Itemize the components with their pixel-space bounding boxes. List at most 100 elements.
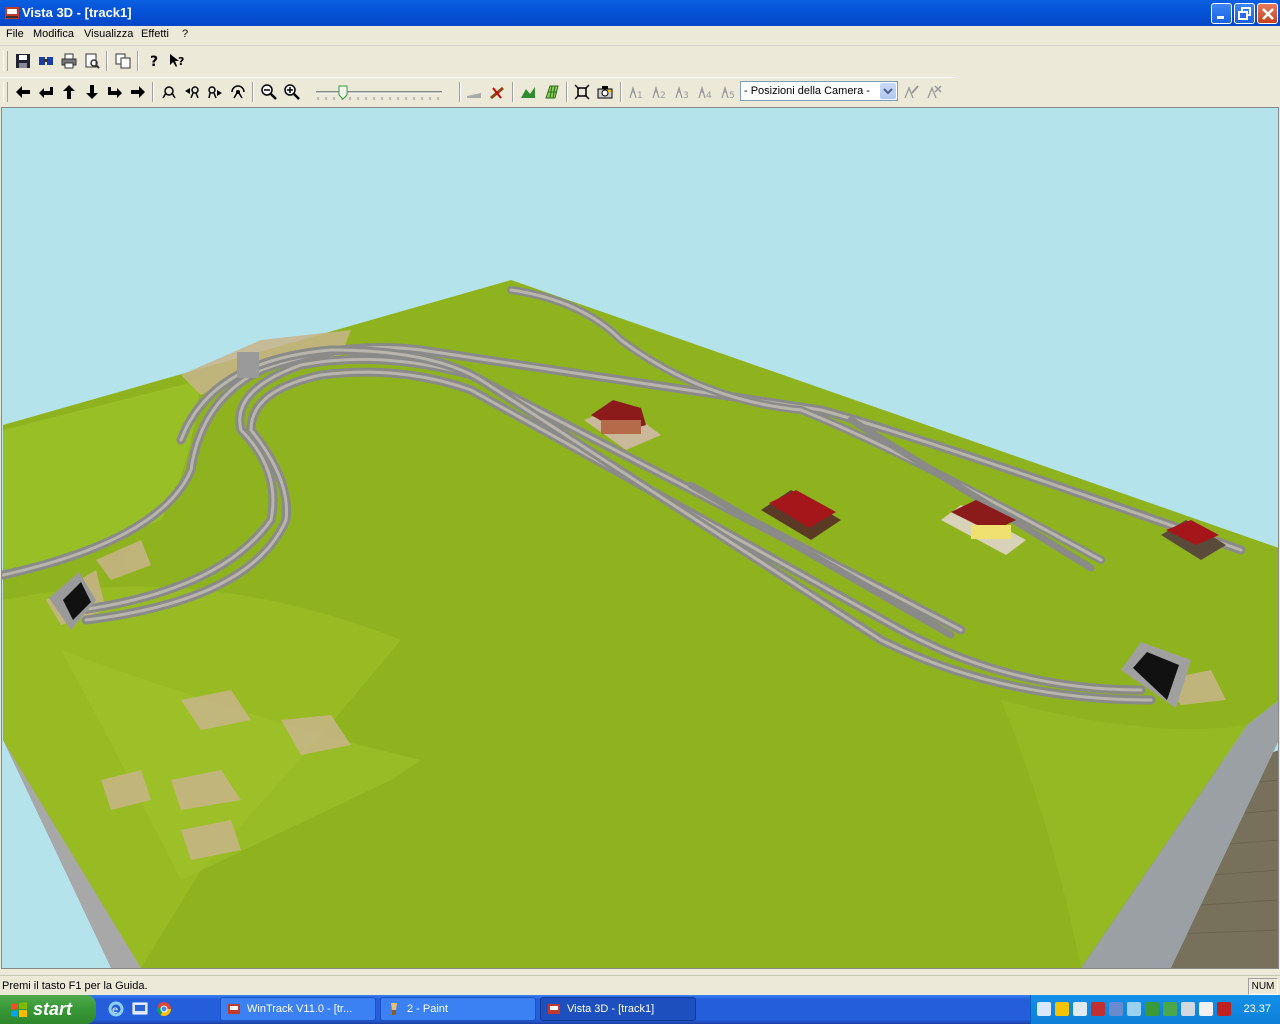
camera-position-5-button[interactable]: 5 <box>716 81 738 103</box>
menu-visualizza[interactable]: Visualizza <box>84 28 133 40</box>
move-right-button[interactable] <box>127 81 149 103</box>
print-button[interactable] <box>58 50 80 72</box>
toolbar-grip[interactable] <box>3 82 8 102</box>
3d-view-button[interactable] <box>35 50 57 72</box>
landscape-button[interactable] <box>517 81 539 103</box>
menu-bar: File Modifica Visualizza Effetti ? <box>0 26 1280 46</box>
save-icon <box>16 54 30 68</box>
terrain-icon <box>467 93 481 98</box>
help-icon: ? <box>150 54 158 69</box>
menu-modifica[interactable]: Modifica <box>33 28 74 40</box>
copy-button[interactable] <box>112 50 134 72</box>
zoom-in-button[interactable] <box>281 81 303 103</box>
camera-position-4-button[interactable]: 4 <box>693 81 715 103</box>
close-icon <box>1262 8 1274 20</box>
app-icon <box>5 7 19 19</box>
paint-icon <box>391 1003 397 1015</box>
zoom-out-button[interactable] <box>258 81 280 103</box>
toolbar-separator <box>106 51 108 71</box>
move-down-button[interactable] <box>81 81 103 103</box>
camera-position-icon: 5 <box>721 85 735 100</box>
help-button[interactable]: ? <box>143 50 165 72</box>
grid-icon <box>545 85 559 99</box>
toolbar-grip[interactable] <box>3 51 8 71</box>
camera-positions-select[interactable]: - Posizioni della Camera - <box>740 81 898 101</box>
chrome-icon[interactable] <box>156 1001 172 1017</box>
fit-view-button[interactable] <box>571 81 593 103</box>
camera-position-3-button[interactable]: 3 <box>670 81 692 103</box>
windows-logo-icon <box>11 1002 27 1017</box>
arrow-left-icon <box>16 86 30 98</box>
camera-position-1-button[interactable]: 1 <box>624 81 646 103</box>
taskbar-item-vista3d[interactable]: Vista 3D - [track1] <box>540 997 696 1021</box>
num-lock-indicator: NUM <box>1248 978 1278 995</box>
internet-explorer-icon[interactable]: e <box>108 1001 124 1017</box>
taskbar-item-paint[interactable]: 2 - Paint <box>380 997 536 1021</box>
standard-toolbar: ? ? <box>0 47 200 75</box>
update-icon[interactable] <box>1145 1002 1159 1016</box>
3d-scene[interactable] <box>2 108 1278 968</box>
snapshot-button[interactable] <box>594 81 616 103</box>
camera-tilt-up-button[interactable] <box>158 81 180 103</box>
grid-button[interactable] <box>540 81 562 103</box>
landscape-icon <box>521 87 535 98</box>
toolbar-separator <box>137 51 139 71</box>
start-button[interactable]: start <box>0 995 96 1024</box>
save-button[interactable] <box>12 50 34 72</box>
title-bar: Vista 3D - [track1] <box>0 0 1280 26</box>
camera-position-2-button[interactable]: 2 <box>647 81 669 103</box>
taskbar: start e WinTrack V11.0 - [tr... 2 - Pain… <box>0 995 1280 1024</box>
move-left-button[interactable] <box>12 81 34 103</box>
menu-help[interactable]: ? <box>182 28 188 40</box>
toolbar-separator <box>459 82 461 102</box>
minimize-button[interactable] <box>1211 3 1232 24</box>
volume-icon[interactable] <box>1199 1002 1213 1016</box>
camera-tilt-right-button[interactable] <box>204 81 226 103</box>
3d-view-icon <box>39 57 53 65</box>
app-tray-icon[interactable] <box>1217 1002 1231 1016</box>
turn-right-button[interactable] <box>104 81 126 103</box>
3d-viewport[interactable] <box>1 107 1279 969</box>
display-icon[interactable] <box>1109 1002 1123 1016</box>
usb-icon[interactable] <box>1127 1002 1141 1016</box>
camera-position-icon: 3 <box>675 85 689 100</box>
print-preview-button[interactable] <box>81 50 103 72</box>
menu-effetti[interactable]: Effetti <box>141 28 169 40</box>
arrow-right-icon <box>131 86 145 98</box>
close-button[interactable] <box>1257 3 1278 24</box>
rail-button[interactable] <box>486 81 508 103</box>
turn-left-button[interactable] <box>35 81 57 103</box>
delete-camera-button[interactable] <box>923 81 945 103</box>
device-icon[interactable] <box>1073 1002 1087 1016</box>
save-camera-button[interactable] <box>900 81 922 103</box>
camera-tilt-down-button[interactable] <box>227 81 249 103</box>
zoom-out-icon <box>261 84 277 100</box>
chevron-down-icon[interactable] <box>880 83 896 99</box>
svg-text:2: 2 <box>660 91 666 100</box>
signal-icon[interactable] <box>1163 1002 1177 1016</box>
network-icon[interactable] <box>1037 1002 1051 1016</box>
restore-button[interactable] <box>1234 3 1255 24</box>
camera-position-icon: 1 <box>629 85 643 100</box>
zoom-in-icon <box>284 84 300 100</box>
system-tray: 23.37 <box>1030 995 1280 1024</box>
show-desktop-icon[interactable] <box>132 1001 148 1017</box>
camera-tilt-right-icon <box>208 86 222 99</box>
terrain-button[interactable] <box>463 81 485 103</box>
camera-tilt-left-button[interactable] <box>181 81 203 103</box>
delete-camera-icon <box>927 85 942 99</box>
context-help-button[interactable]: ? <box>166 50 188 72</box>
svg-text:?: ? <box>150 54 158 69</box>
zoom-slider[interactable] <box>314 83 444 101</box>
taskbar-item-wintrack[interactable]: WinTrack V11.0 - [tr... <box>220 997 376 1021</box>
toolbar-separator <box>566 82 568 102</box>
connection-icon[interactable] <box>1181 1002 1195 1016</box>
move-up-button[interactable] <box>58 81 80 103</box>
toolbar-separator <box>620 82 622 102</box>
status-message: Premi il tasto F1 per la Guida. <box>2 980 148 992</box>
menu-file[interactable]: File <box>6 28 24 40</box>
security-icon[interactable] <box>1055 1002 1069 1016</box>
antivirus-icon[interactable] <box>1091 1002 1105 1016</box>
print-icon <box>61 53 77 69</box>
toolbar-separator <box>152 82 154 102</box>
